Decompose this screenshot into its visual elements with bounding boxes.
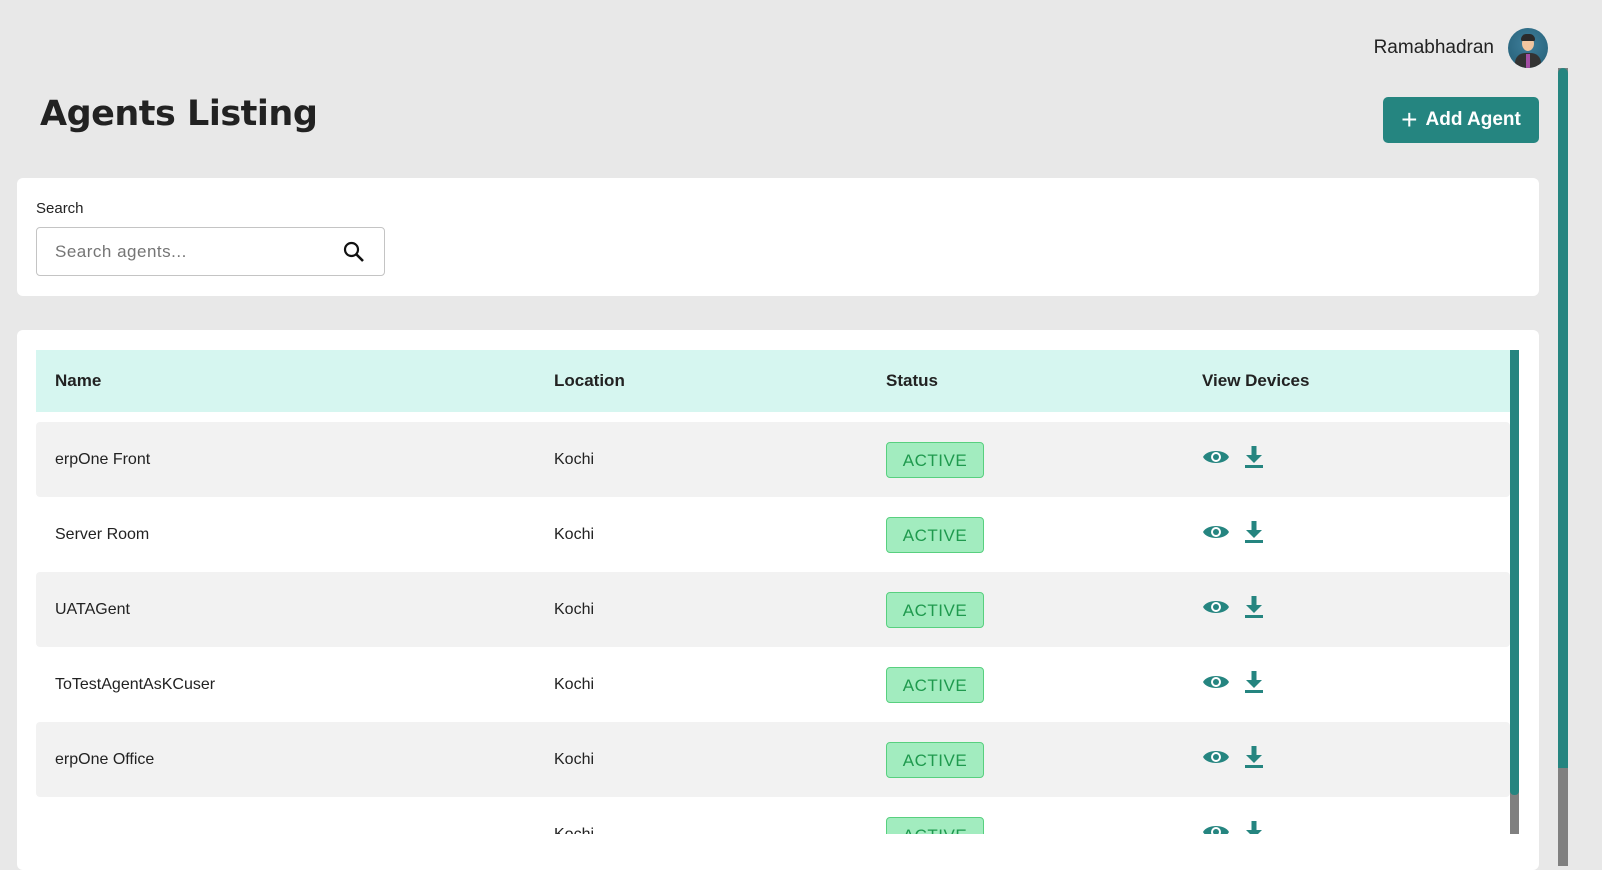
table-row: UATAGent Kochi ACTIVE [36, 572, 1510, 647]
agent-name: erpOne Office [55, 750, 155, 768]
table-row: erpOne Front Kochi ACTIVE [36, 422, 1510, 497]
page-scrollbar[interactable] [1558, 68, 1568, 866]
table-row: ToTestAgentAsKCuser Kochi ACTIVE [36, 647, 1510, 722]
download-icon[interactable] [1244, 820, 1264, 834]
status-badge: ACTIVE [886, 516, 984, 553]
agent-name: UATAGent [55, 600, 130, 618]
table-row: Kochi ACTIVE [36, 797, 1510, 834]
download-icon[interactable] [1244, 670, 1264, 699]
agent-name: ToTestAgentAsKCuser [55, 675, 216, 693]
agent-name: Server Room [55, 525, 150, 543]
eye-icon[interactable] [1202, 822, 1230, 834]
search-field[interactable] [36, 227, 385, 276]
search-input[interactable] [55, 241, 315, 262]
table-row: Server Room Kochi ACTIVE [36, 497, 1510, 572]
agent-location: Kochi [554, 450, 595, 468]
add-agent-label: Add Agent [1425, 109, 1521, 130]
eye-icon[interactable] [1202, 447, 1230, 472]
user-menu[interactable]: Ramabhadran [1374, 28, 1548, 68]
download-icon[interactable] [1244, 745, 1264, 774]
agent-location: Kochi [554, 675, 595, 693]
eye-icon[interactable] [1202, 597, 1230, 622]
table-scrollbar[interactable] [1510, 350, 1519, 834]
eye-icon[interactable] [1202, 747, 1230, 772]
status-badge: ACTIVE [886, 816, 984, 834]
agents-table: Name Location Status View Devices erpOne… [36, 350, 1510, 834]
table-header: Name Location Status View Devices [36, 350, 1510, 412]
plus-icon: + [1401, 104, 1418, 135]
download-icon[interactable] [1244, 520, 1264, 549]
avatar[interactable] [1508, 28, 1548, 68]
agents-table-panel: Name Location Status View Devices erpOne… [17, 330, 1539, 870]
agent-location: Kochi [554, 750, 595, 768]
user-name: Ramabhadran [1373, 37, 1494, 58]
download-icon[interactable] [1244, 595, 1264, 624]
agent-location: Kochi [554, 600, 595, 618]
col-status: Status [886, 371, 938, 390]
col-location: Location [554, 371, 625, 390]
search-panel: Search [17, 178, 1539, 296]
status-badge: ACTIVE [886, 591, 984, 628]
status-badge: ACTIVE [886, 741, 984, 778]
table-row: erpOne Office Kochi ACTIVE [36, 722, 1510, 797]
download-icon[interactable] [1244, 445, 1264, 474]
page-title: Agents Listing [40, 94, 318, 134]
agent-location: Kochi [554, 525, 595, 543]
search-icon[interactable] [342, 240, 366, 264]
eye-icon[interactable] [1202, 522, 1230, 547]
agent-location: Kochi [554, 825, 595, 835]
status-badge: ACTIVE [886, 666, 984, 703]
col-name: Name [55, 371, 102, 390]
agent-name: erpOne Front [55, 450, 151, 468]
eye-icon[interactable] [1202, 672, 1230, 697]
col-view-devices: View Devices [1202, 371, 1310, 390]
add-agent-button[interactable]: + Add Agent [1383, 97, 1539, 143]
search-label: Search [36, 200, 84, 217]
status-badge: ACTIVE [886, 441, 984, 478]
